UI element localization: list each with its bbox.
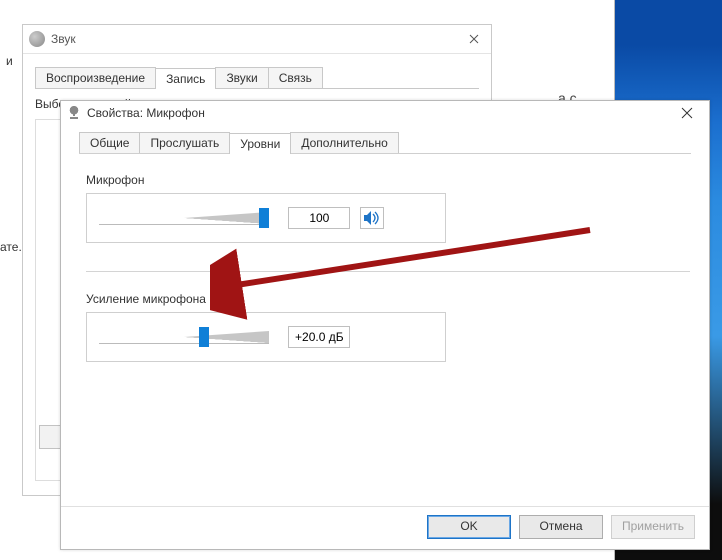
- sound-icon: [29, 31, 45, 47]
- tab-levels[interactable]: Уровни: [229, 133, 291, 154]
- divider: [86, 271, 690, 272]
- close-button[interactable]: [671, 103, 703, 123]
- mute-button[interactable]: [360, 207, 384, 229]
- partial-button[interactable]: [39, 425, 61, 449]
- tab-sounds[interactable]: Звуки: [215, 67, 268, 88]
- tab-recording[interactable]: Запись: [155, 68, 216, 89]
- stray-text: и: [6, 54, 13, 68]
- tab-advanced[interactable]: Дополнительно: [290, 132, 398, 153]
- tab-row: Воспроизведение Запись Звуки Связь: [35, 64, 491, 88]
- title-bar[interactable]: Звук: [23, 25, 491, 54]
- mic-properties-dialog: Свойства: Микрофон Общие Прослушать Уров…: [60, 100, 710, 550]
- cancel-button[interactable]: Отмена: [519, 515, 603, 539]
- window-title: Свойства: Микрофон: [87, 106, 671, 120]
- tab-listen[interactable]: Прослушать: [139, 132, 230, 153]
- stray-text: ате.: [0, 240, 22, 254]
- mic-level-label: Микрофон: [86, 173, 690, 187]
- title-bar[interactable]: Свойства: Микрофон: [61, 101, 709, 125]
- mic-level-slider[interactable]: [99, 204, 269, 232]
- tab-communications[interactable]: Связь: [268, 67, 323, 88]
- close-button[interactable]: [463, 28, 485, 50]
- tab-playback[interactable]: Воспроизведение: [35, 67, 156, 88]
- ok-button[interactable]: OK: [427, 515, 511, 539]
- mic-boost-value[interactable]: +20.0 дБ: [288, 326, 350, 348]
- tab-general[interactable]: Общие: [79, 132, 140, 153]
- mic-level-value[interactable]: 100: [288, 207, 350, 229]
- mic-boost-slider[interactable]: [99, 323, 269, 351]
- window-title: Звук: [51, 32, 463, 46]
- microphone-icon: [67, 106, 81, 120]
- tab-row: Общие Прослушать Уровни Дополнительно: [79, 131, 709, 153]
- mic-boost-label: Усиление микрофона: [86, 292, 690, 306]
- apply-button: Применить: [611, 515, 695, 539]
